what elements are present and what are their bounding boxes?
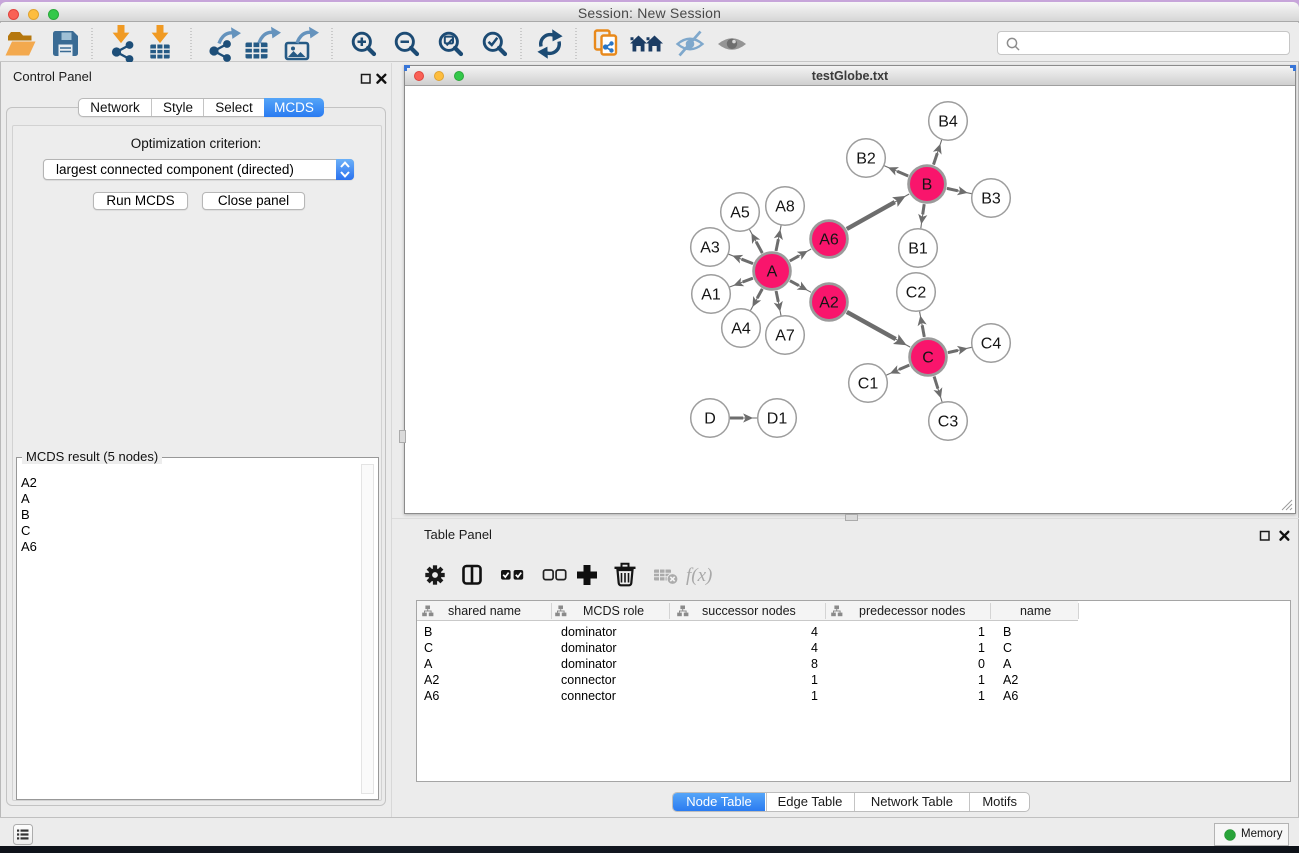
svg-text:B3: B3 <box>981 191 1001 208</box>
svg-text:D: D <box>704 411 716 428</box>
svg-text:B1: B1 <box>908 241 928 258</box>
svg-text:C3: C3 <box>938 414 959 431</box>
svg-text:A: A <box>767 264 778 281</box>
svg-text:C1: C1 <box>858 376 879 393</box>
svg-text:A2: A2 <box>819 295 839 312</box>
svg-text:B2: B2 <box>856 151 876 168</box>
svg-text:C2: C2 <box>906 285 927 302</box>
svg-text:C4: C4 <box>981 336 1002 353</box>
svg-text:B4: B4 <box>938 114 958 131</box>
svg-text:D1: D1 <box>767 411 788 428</box>
svg-text:A7: A7 <box>775 328 795 345</box>
svg-text:C: C <box>922 350 934 367</box>
svg-text:A4: A4 <box>731 321 751 338</box>
svg-text:A1: A1 <box>701 287 721 304</box>
svg-text:f(x): f(x) <box>686 565 712 586</box>
svg-text:A5: A5 <box>730 205 750 222</box>
svg-text:A3: A3 <box>700 240 720 257</box>
svg-text:B: B <box>922 177 933 194</box>
svg-text:A8: A8 <box>775 199 795 216</box>
svg-text:A6: A6 <box>819 232 839 249</box>
